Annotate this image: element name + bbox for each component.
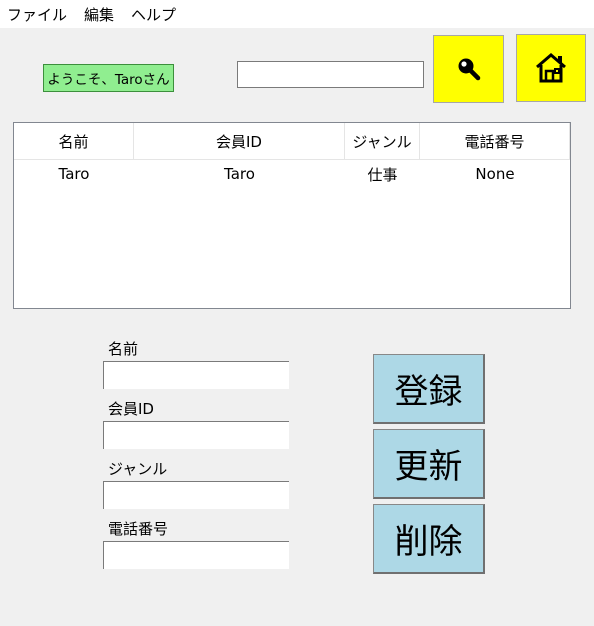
- member-table[interactable]: 名前 会員ID ジャンル 電話番号 Taro Taro 仕事 None: [13, 122, 571, 309]
- register-button[interactable]: 登録: [373, 354, 485, 424]
- delete-button[interactable]: 削除: [373, 504, 485, 574]
- menu-edit[interactable]: 編集: [76, 4, 123, 25]
- update-button[interactable]: 更新: [373, 429, 485, 499]
- member-id-label: 会員ID: [108, 400, 154, 418]
- search-input[interactable]: [237, 61, 424, 88]
- search-button[interactable]: [433, 35, 504, 103]
- column-header-phone[interactable]: 電話番号: [420, 123, 570, 159]
- menu-bar: ファイル 編集 ヘルプ: [0, 0, 594, 28]
- column-header-member-id[interactable]: 会員ID: [134, 123, 345, 159]
- table-cell: Taro: [224, 165, 255, 183]
- table-header: 名前 会員ID ジャンル 電話番号: [14, 123, 570, 160]
- table-cell: Taro: [58, 165, 90, 183]
- column-header-name[interactable]: 名前: [14, 123, 134, 159]
- table-cell: None: [475, 165, 515, 183]
- member-id-field[interactable]: [103, 421, 289, 449]
- menu-file[interactable]: ファイル: [0, 4, 76, 25]
- table-cell: 仕事: [367, 165, 398, 184]
- home-button[interactable]: [516, 34, 586, 102]
- genre-label: ジャンル: [108, 460, 168, 478]
- genre-field[interactable]: [103, 481, 289, 509]
- menu-help[interactable]: ヘルプ: [123, 4, 185, 25]
- welcome-label: ようこそ、Taroさん: [43, 64, 174, 92]
- home-icon: [536, 53, 566, 83]
- phone-field[interactable]: [103, 541, 289, 569]
- magnifier-icon: [458, 58, 480, 81]
- name-field[interactable]: [103, 361, 289, 389]
- phone-label: 電話番号: [108, 520, 169, 538]
- name-label: 名前: [108, 340, 139, 358]
- table-row[interactable]: Taro Taro 仕事 None: [14, 160, 570, 188]
- column-header-genre[interactable]: ジャンル: [345, 123, 420, 159]
